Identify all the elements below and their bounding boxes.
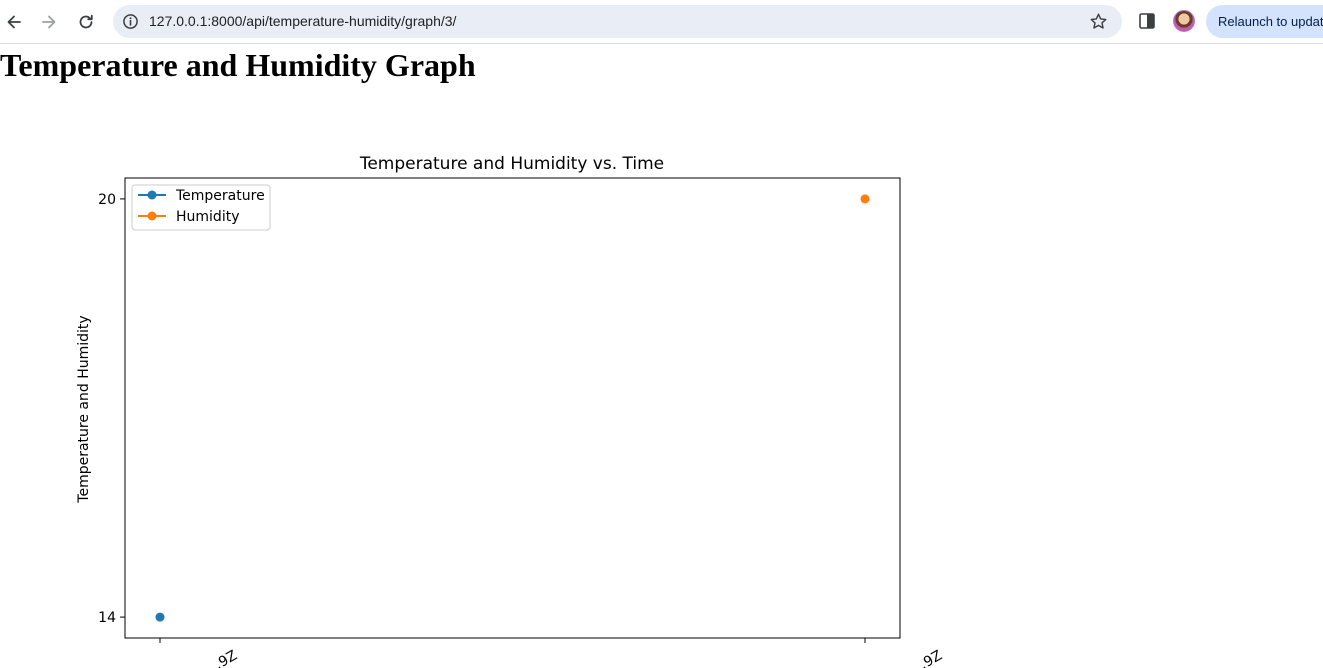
legend-humidity-marker	[147, 211, 157, 221]
data-point-temperature	[155, 612, 165, 622]
chart: Temperature and Humidity vs. Time Temper…	[76, 154, 945, 668]
plot-area	[124, 177, 901, 639]
y-tick-label: 20	[98, 192, 116, 208]
legend-temperature-marker	[147, 190, 157, 200]
x-tick-label: …9Z	[204, 648, 240, 668]
x-tick-label: …9Z	[909, 648, 945, 668]
y-axis: 14 20	[98, 192, 125, 626]
y-tick-label: 14	[98, 610, 116, 626]
legend: Temperature Humidity	[131, 184, 271, 231]
legend-temperature-label: Temperature	[175, 188, 265, 204]
data-point-humidity	[860, 194, 870, 204]
y-axis-label: Temperature and Humidity	[76, 315, 92, 503]
chart-title: Temperature and Humidity vs. Time	[359, 154, 664, 174]
legend-humidity-label: Humidity	[176, 209, 239, 225]
x-axis: …9Z …9Z	[159, 638, 945, 668]
